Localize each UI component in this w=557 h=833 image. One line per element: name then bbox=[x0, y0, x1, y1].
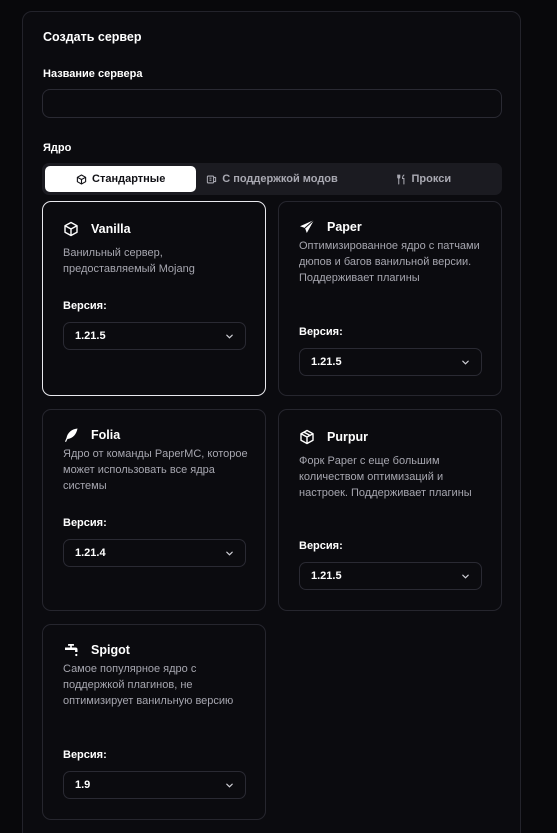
chevron-down-icon bbox=[226, 783, 233, 788]
core-card-purpur[interactable]: Purpur Форк Paper с еще большим количест… bbox=[278, 409, 502, 611]
core-card-vanilla[interactable]: Vanilla Ванильный сервер, предоставляемы… bbox=[42, 201, 266, 396]
faucet-icon bbox=[65, 644, 78, 657]
mods-icon bbox=[207, 175, 217, 183]
chevron-down-icon bbox=[226, 334, 233, 339]
cube-icon bbox=[76, 173, 87, 185]
version-label: Версия: bbox=[299, 540, 343, 552]
core-description: Форк Paper с еще большим количеством опт… bbox=[299, 455, 472, 499]
version-label: Версия: bbox=[63, 300, 107, 312]
core-tabs: Стандартные С поддержкой модов Прокси bbox=[42, 163, 502, 195]
version-select[interactable]: 1.21.5 bbox=[299, 348, 482, 376]
version-value: 1.21.5 bbox=[311, 570, 342, 582]
core-card-header: Spigot bbox=[63, 642, 130, 658]
core-description: Самое популярное ядро с поддержкой плаги… bbox=[63, 663, 234, 707]
version-label: Версия: bbox=[299, 326, 343, 338]
core-description: Ванильный сервер, предоставляемый Mojang bbox=[63, 247, 195, 275]
core-description: Ядро от команды PaperMC, которое может и… bbox=[63, 448, 248, 492]
paper-plane-icon bbox=[300, 219, 315, 233]
version-label: Версия: bbox=[63, 517, 107, 529]
version-select[interactable]: 1.21.5 bbox=[299, 562, 482, 590]
version-select[interactable]: 1.21.4 bbox=[63, 539, 246, 567]
tab-standard[interactable]: Стандартные bbox=[45, 166, 197, 192]
core-card-header: Purpur bbox=[299, 429, 368, 445]
server-name-input[interactable] bbox=[42, 89, 502, 118]
create-server-panel: Создать сервер Название сервера Ядро Ста… bbox=[22, 11, 521, 833]
version-value: 1.21.5 bbox=[75, 330, 106, 342]
chevron-down-icon bbox=[462, 360, 469, 365]
version-value: 1.9 bbox=[75, 779, 91, 791]
tab-mods[interactable]: С поддержкой модов bbox=[196, 166, 347, 192]
version-select[interactable]: 1.21.5 bbox=[63, 322, 246, 350]
version-select[interactable]: 1.9 bbox=[63, 771, 246, 799]
core-card-header: Vanilla bbox=[63, 221, 131, 237]
cube-icon bbox=[64, 221, 78, 237]
box-icon bbox=[300, 429, 314, 445]
server-name-label: Название сервера bbox=[43, 68, 143, 80]
page-title: Создать сервер bbox=[43, 30, 142, 44]
version-value: 1.21.4 bbox=[75, 547, 106, 559]
core-label: Ядро bbox=[43, 142, 72, 154]
core-name: Purpur bbox=[327, 430, 368, 444]
version-value: 1.21.5 bbox=[311, 356, 342, 368]
core-name: Paper bbox=[327, 220, 362, 234]
core-description: Оптимизированное ядро с патчами дюпов и … bbox=[299, 240, 480, 284]
core-name: Spigot bbox=[91, 643, 130, 657]
core-card-header: Paper bbox=[299, 219, 362, 235]
tab-standard-label: Стандартные bbox=[92, 173, 166, 185]
core-name: Vanilla bbox=[91, 222, 131, 236]
chevron-down-icon bbox=[226, 551, 233, 556]
tab-mods-label: С поддержкой модов bbox=[222, 173, 338, 185]
tab-proxy-label: Прокси bbox=[411, 173, 452, 185]
core-card-spigot[interactable]: Spigot Самое популярное ядро с поддержко… bbox=[42, 624, 266, 820]
version-label: Версия: bbox=[63, 749, 107, 761]
core-card-paper[interactable]: Paper Оптимизированное ядро с патчами дю… bbox=[278, 201, 502, 396]
core-card-folia[interactable]: Folia Ядро от команды PaperMC, которое м… bbox=[42, 409, 266, 611]
tab-proxy[interactable]: Прокси bbox=[348, 166, 499, 192]
core-name: Folia bbox=[91, 428, 121, 442]
proxy-icon bbox=[396, 174, 404, 184]
feather-icon bbox=[65, 428, 78, 442]
chevron-down-icon bbox=[462, 574, 469, 579]
core-card-header: Folia bbox=[63, 427, 120, 443]
